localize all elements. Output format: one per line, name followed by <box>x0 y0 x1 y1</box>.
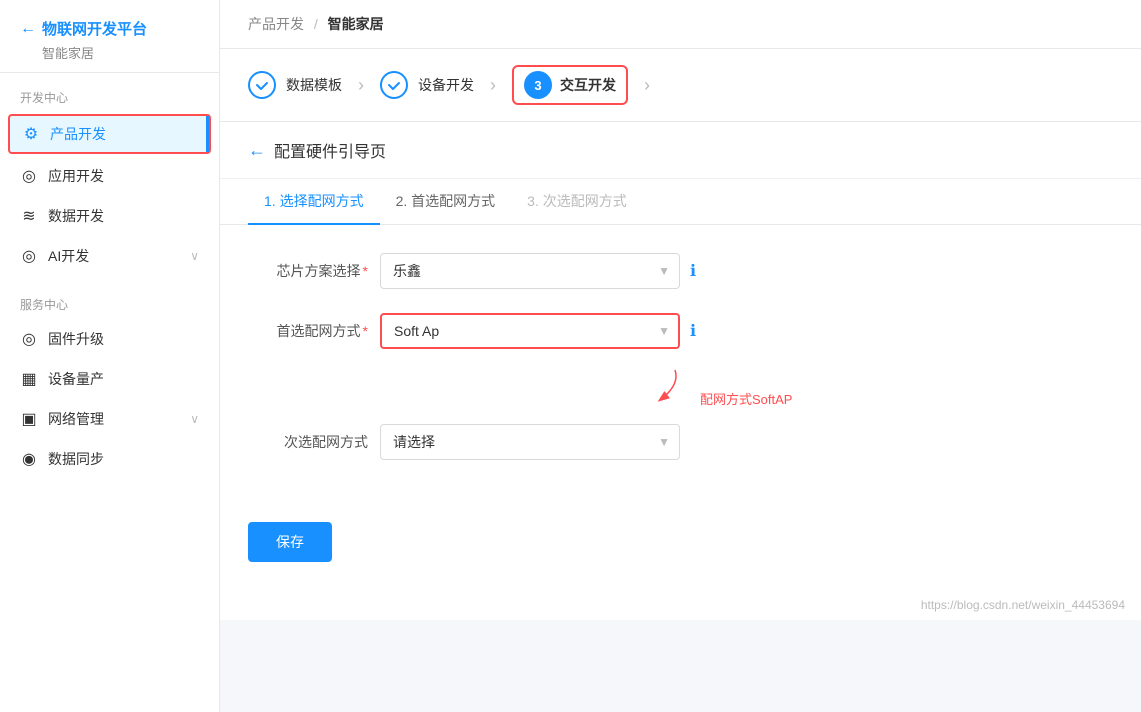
firmware-icon: ◎ <box>20 330 38 348</box>
chip-label: 芯片方案选择* <box>260 261 380 281</box>
sidebar-subtitle: 智能家居 <box>20 43 199 62</box>
secondary-control: 请选择 ▼ <box>380 424 680 460</box>
primary-label: 首选配网方式* <box>260 321 380 341</box>
step-arrow-end: › <box>644 75 650 96</box>
primary-network-select[interactable]: Soft Ap <box>380 313 680 349</box>
sidebar-item-label: 数据同步 <box>48 449 104 469</box>
form-area: 芯片方案选择* 乐鑫 ▼ ℹ 首选配网方 <box>220 225 1141 512</box>
sidebar-item-label: 设备量产 <box>48 369 104 389</box>
sidebar-header: ← 物联网开发平台 智能家居 <box>0 0 219 73</box>
watermark: https://blog.csdn.net/weixin_44453694 <box>220 590 1141 620</box>
step-arrow-2: › <box>490 75 496 96</box>
step-arrow-1: › <box>358 75 364 96</box>
data-sync-icon: ◉ <box>20 450 38 468</box>
sidebar-item-network[interactable]: ▣ 网络管理 ∨ <box>0 399 219 439</box>
sidebar-item-firmware[interactable]: ◎ 固件升级 <box>0 319 219 359</box>
sidebar-section1-label: 开发中心 <box>0 73 219 112</box>
sidebar-item-label: 产品开发 <box>50 124 106 144</box>
step1-circle <box>248 71 276 99</box>
sidebar-section2-label: 服务中心 <box>0 280 219 319</box>
main-content: 产品开发 / 智能家居 数据模板 › 设备开发 › <box>220 0 1141 712</box>
step2-label: 设备开发 <box>418 75 474 95</box>
secondary-label: 次选配网方式 <box>260 432 380 452</box>
breadcrumb-parent: 产品开发 <box>248 16 304 32</box>
primary-form-row: 首选配网方式* Soft Ap ▼ ℹ <box>260 313 1101 349</box>
sidebar-item-label: 应用开发 <box>48 166 104 186</box>
save-area: 保存 <box>220 512 1141 590</box>
chevron-down-icon: ∨ <box>190 249 199 263</box>
step-device-dev[interactable]: 设备开发 <box>380 71 474 99</box>
primary-select-wrapper: Soft Ap ▼ <box>380 313 680 349</box>
sidebar-platform-title: 物联网开发平台 <box>42 18 147 39</box>
sidebar-item-ai-dev[interactable]: ◎ AI开发 ∨ <box>0 236 219 276</box>
step-data-template[interactable]: 数据模板 <box>248 71 342 99</box>
tab-primary-mode-label: 2. 首选配网方式 <box>396 193 496 209</box>
step3-circle: 3 <box>524 71 552 99</box>
sidebar-item-data-dev[interactable]: ≋ 数据开发 <box>0 196 219 236</box>
sidebar-item-label: 网络管理 <box>48 409 104 429</box>
tab-network-mode-label: 1. 选择配网方式 <box>264 193 364 209</box>
gear-icon: ⚙ <box>22 125 40 143</box>
back-arrow-icon: ← <box>20 20 36 38</box>
sidebar-item-label: AI开发 <box>48 246 89 266</box>
chip-select[interactable]: 乐鑫 <box>380 253 680 289</box>
tab-network-mode[interactable]: 1. 选择配网方式 <box>248 179 380 225</box>
checkmark-icon <box>255 78 269 92</box>
annotation-arrow-icon <box>640 365 690 405</box>
back-nav-arrow-icon[interactable]: ← <box>248 140 266 161</box>
annotation-arrow-area <box>390 365 700 405</box>
content-inner: ← 配置硬件引导页 1. 选择配网方式 2. 首选配网方式 3. 次选配网方式 <box>220 122 1141 620</box>
content-area: ← 配置硬件引导页 1. 选择配网方式 2. 首选配网方式 3. 次选配网方式 <box>220 122 1141 712</box>
step3-number: 3 <box>534 78 541 93</box>
sidebar: ← 物联网开发平台 智能家居 开发中心 ⚙ 产品开发 ◎ 应用开发 ≋ 数据开发… <box>0 0 220 712</box>
step2-circle <box>380 71 408 99</box>
sidebar-item-app-dev[interactable]: ◎ 应用开发 <box>0 156 219 196</box>
topbar: 产品开发 / 智能家居 <box>220 0 1141 49</box>
save-button[interactable]: 保存 <box>248 522 332 562</box>
secondary-form-row: 次选配网方式 请选择 ▼ <box>260 424 1101 460</box>
sidebar-back-button[interactable]: ← 物联网开发平台 <box>20 18 199 39</box>
step3-label: 交互开发 <box>560 75 616 95</box>
annotation-text: 配网方式SoftAP <box>700 392 792 407</box>
network-icon: ▣ <box>20 410 38 428</box>
chevron-down-icon: ∨ <box>190 412 199 426</box>
app-dev-icon: ◎ <box>20 167 38 185</box>
breadcrumb-current: 智能家居 <box>328 16 384 32</box>
tab-bar: 1. 选择配网方式 2. 首选配网方式 3. 次选配网方式 <box>220 179 1141 225</box>
annotation-text-area: 配网方式SoftAP <box>700 389 792 408</box>
secondary-select-wrapper: 请选择 ▼ <box>380 424 680 460</box>
sidebar-item-mass-prod[interactable]: ▦ 设备量产 <box>0 359 219 399</box>
primary-control: Soft Ap ▼ <box>380 313 680 349</box>
steps-bar: 数据模板 › 设备开发 › 3 交互开发 › <box>220 49 1141 122</box>
tab-secondary-mode: 3. 次选配网方式 <box>511 179 643 225</box>
tab-primary-mode[interactable]: 2. 首选配网方式 <box>380 179 512 225</box>
sidebar-item-label: 数据开发 <box>48 206 104 226</box>
annotation-container: 配网方式SoftAP <box>390 365 1101 408</box>
data-dev-icon: ≋ <box>20 207 38 225</box>
mass-prod-icon: ▦ <box>20 370 38 388</box>
chip-form-row: 芯片方案选择* 乐鑫 ▼ ℹ <box>260 253 1101 289</box>
chip-select-wrapper: 乐鑫 ▼ <box>380 253 680 289</box>
chip-control: 乐鑫 ▼ <box>380 253 680 289</box>
secondary-network-select[interactable]: 请选择 <box>380 424 680 460</box>
tab-secondary-mode-label: 3. 次选配网方式 <box>527 193 627 209</box>
step-interaction-dev[interactable]: 3 交互开发 <box>512 65 628 105</box>
breadcrumb-sep: / <box>314 16 318 32</box>
sidebar-item-product-dev[interactable]: ⚙ 产品开发 <box>8 114 211 154</box>
sidebar-item-data-sync[interactable]: ◉ 数据同步 <box>0 439 219 479</box>
back-nav: ← 配置硬件引导页 <box>220 122 1141 179</box>
back-nav-title: 配置硬件引导页 <box>274 138 386 162</box>
sidebar-item-label: 固件升级 <box>48 329 104 349</box>
breadcrumb: 产品开发 / 智能家居 <box>248 14 384 34</box>
chip-info-icon[interactable]: ℹ <box>690 261 696 281</box>
primary-info-icon[interactable]: ℹ <box>690 321 696 341</box>
step1-label: 数据模板 <box>286 75 342 95</box>
checkmark-icon <box>387 78 401 92</box>
ai-dev-icon: ◎ <box>20 247 38 265</box>
